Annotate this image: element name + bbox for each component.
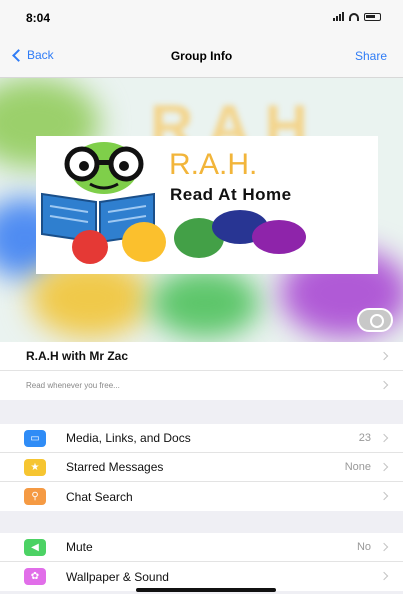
settings-section: ◀ Mute No ✿ Wallpaper & Sound (0, 533, 403, 591)
chevron-right-icon (379, 542, 389, 552)
group-info-section: R.A.H with Mr Zac Read whenever you free… (0, 342, 403, 400)
menu-label: Chat Search (66, 489, 133, 504)
chevron-right-icon (379, 571, 389, 581)
chevron-right-icon (379, 462, 389, 472)
menu-value: No (356, 541, 371, 553)
logo-subtitle: Read At Home (170, 185, 292, 204)
logo-title: R.A.H. (169, 148, 258, 181)
star-icon: ★ (24, 458, 46, 476)
group-cover-image[interactable]: RAH R.A.H. Read At Home (0, 78, 403, 342)
menu-value: None (344, 461, 371, 473)
chevron-right-icon (379, 351, 389, 361)
wallpaper-icon: ✿ (24, 568, 46, 585)
media-section: ▭ Media, Links, and Docs 23 ★ Starred Me… (0, 424, 403, 511)
rah-logo: R.A.H. Read At Home (36, 136, 378, 274)
group-description-row[interactable]: Read whenever you free... (0, 371, 403, 400)
signal-icon (333, 12, 344, 21)
decorative-dot (252, 220, 306, 254)
speaker-icon: ◀ (24, 538, 46, 556)
decorative-dot (122, 222, 166, 262)
group-name-row[interactable]: R.A.H with Mr Zac (0, 342, 403, 371)
battery-icon (364, 12, 381, 21)
wifi-icon (349, 12, 359, 21)
chevron-right-icon (379, 491, 389, 501)
chevron-right-icon (379, 433, 389, 443)
home-indicator[interactable] (136, 588, 276, 592)
media-links-docs-row[interactable]: ▭ Media, Links, and Docs 23 (0, 424, 403, 453)
decorative-blob (150, 268, 260, 338)
chevron-right-icon (379, 380, 389, 390)
chat-search-row[interactable]: ⚲ Chat Search (0, 482, 403, 511)
edit-photo-button[interactable] (357, 308, 393, 332)
group-name: R.A.H with Mr Zac (26, 349, 129, 363)
page-title: Group Info (170, 49, 233, 63)
menu-label: Mute (66, 540, 93, 554)
status-icons (333, 12, 381, 21)
decorative-dot (72, 230, 108, 264)
photo-icon: ▭ (24, 429, 46, 447)
mute-row[interactable]: ◀ Mute No (0, 533, 403, 562)
menu-label: Media, Links, and Docs (66, 431, 191, 445)
menu-label: Wallpaper & Sound (66, 569, 169, 584)
search-icon: ⚲ (24, 488, 46, 505)
group-description: Read whenever you free... (26, 381, 120, 390)
status-time: 8:04 (26, 11, 51, 25)
status-bar: 8:04 (0, 0, 403, 34)
starred-messages-row[interactable]: ★ Starred Messages None (0, 453, 403, 482)
share-button[interactable]: Share (355, 49, 387, 63)
menu-label: Starred Messages (66, 460, 164, 474)
wallpaper-sound-row[interactable]: ✿ Wallpaper & Sound (0, 562, 403, 591)
navigation-bar: Back Group Info Share (0, 34, 403, 78)
menu-value: 23 (358, 432, 371, 444)
